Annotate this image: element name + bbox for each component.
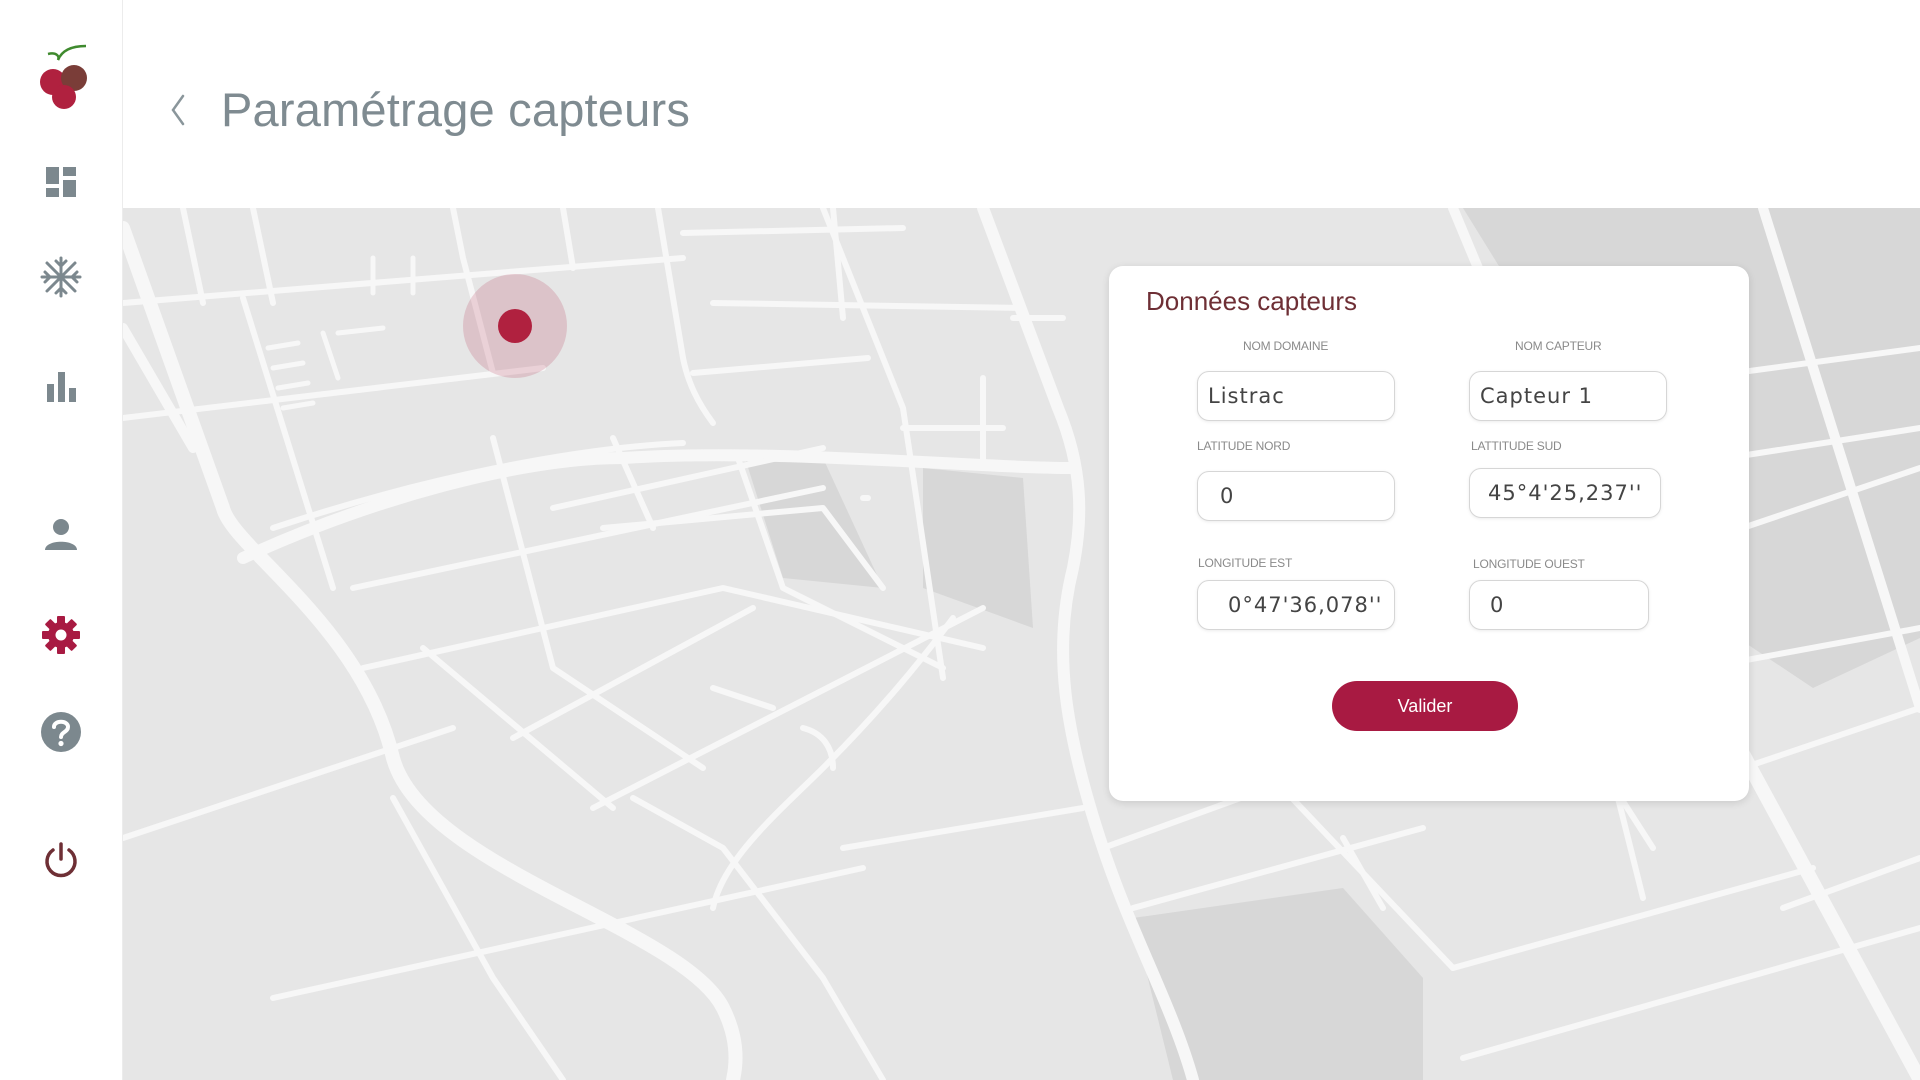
sidebar-item-stats[interactable] (29, 355, 93, 419)
lon-east-label: LONGITUDE EST (1198, 556, 1293, 570)
power-icon (45, 842, 77, 878)
validate-button[interactable]: Valider (1332, 681, 1518, 731)
snowflake-icon (40, 256, 82, 298)
sidebar-item-settings[interactable] (29, 603, 93, 667)
sensor-name-label: NOM CAPTEUR (1515, 339, 1602, 353)
sensor-name-input[interactable] (1469, 371, 1667, 421)
sidebar-item-account[interactable] (29, 502, 93, 566)
dashboard-icon (46, 167, 76, 197)
sidebar-item-frost[interactable] (29, 245, 93, 309)
card-title: Données capteurs (1146, 286, 1358, 316)
lon-west-input[interactable] (1469, 580, 1649, 630)
gear-icon (42, 616, 80, 654)
bar-chart-icon (47, 372, 76, 402)
lat-south-label: LATTITUDE SUD (1471, 439, 1562, 453)
lat-south-input[interactable] (1469, 468, 1661, 518)
sensor-marker[interactable] (498, 309, 532, 343)
sidebar-item-logout[interactable] (29, 828, 93, 892)
help-icon (41, 712, 81, 752)
sidebar (0, 0, 123, 1080)
lon-east-input[interactable] (1197, 580, 1395, 630)
chevron-left-icon (171, 94, 185, 126)
logo (36, 42, 92, 112)
lat-north-input[interactable] (1197, 471, 1395, 521)
domain-label: NOM DOMAINE (1243, 339, 1329, 353)
lat-north-label: LATITUDE NORD (1197, 439, 1291, 453)
user-icon (45, 519, 77, 550)
lon-west-label: LONGITUDE OUEST (1473, 557, 1585, 571)
domain-input[interactable] (1197, 371, 1395, 421)
sensor-data-card: Données capteurs NOM DOMAINE NOM CAPTEUR… (1109, 266, 1749, 801)
sidebar-item-dashboard[interactable] (29, 150, 93, 214)
sidebar-item-help[interactable] (29, 700, 93, 764)
page-title: Paramétrage capteurs (221, 83, 691, 136)
back-button[interactable] (158, 80, 198, 140)
